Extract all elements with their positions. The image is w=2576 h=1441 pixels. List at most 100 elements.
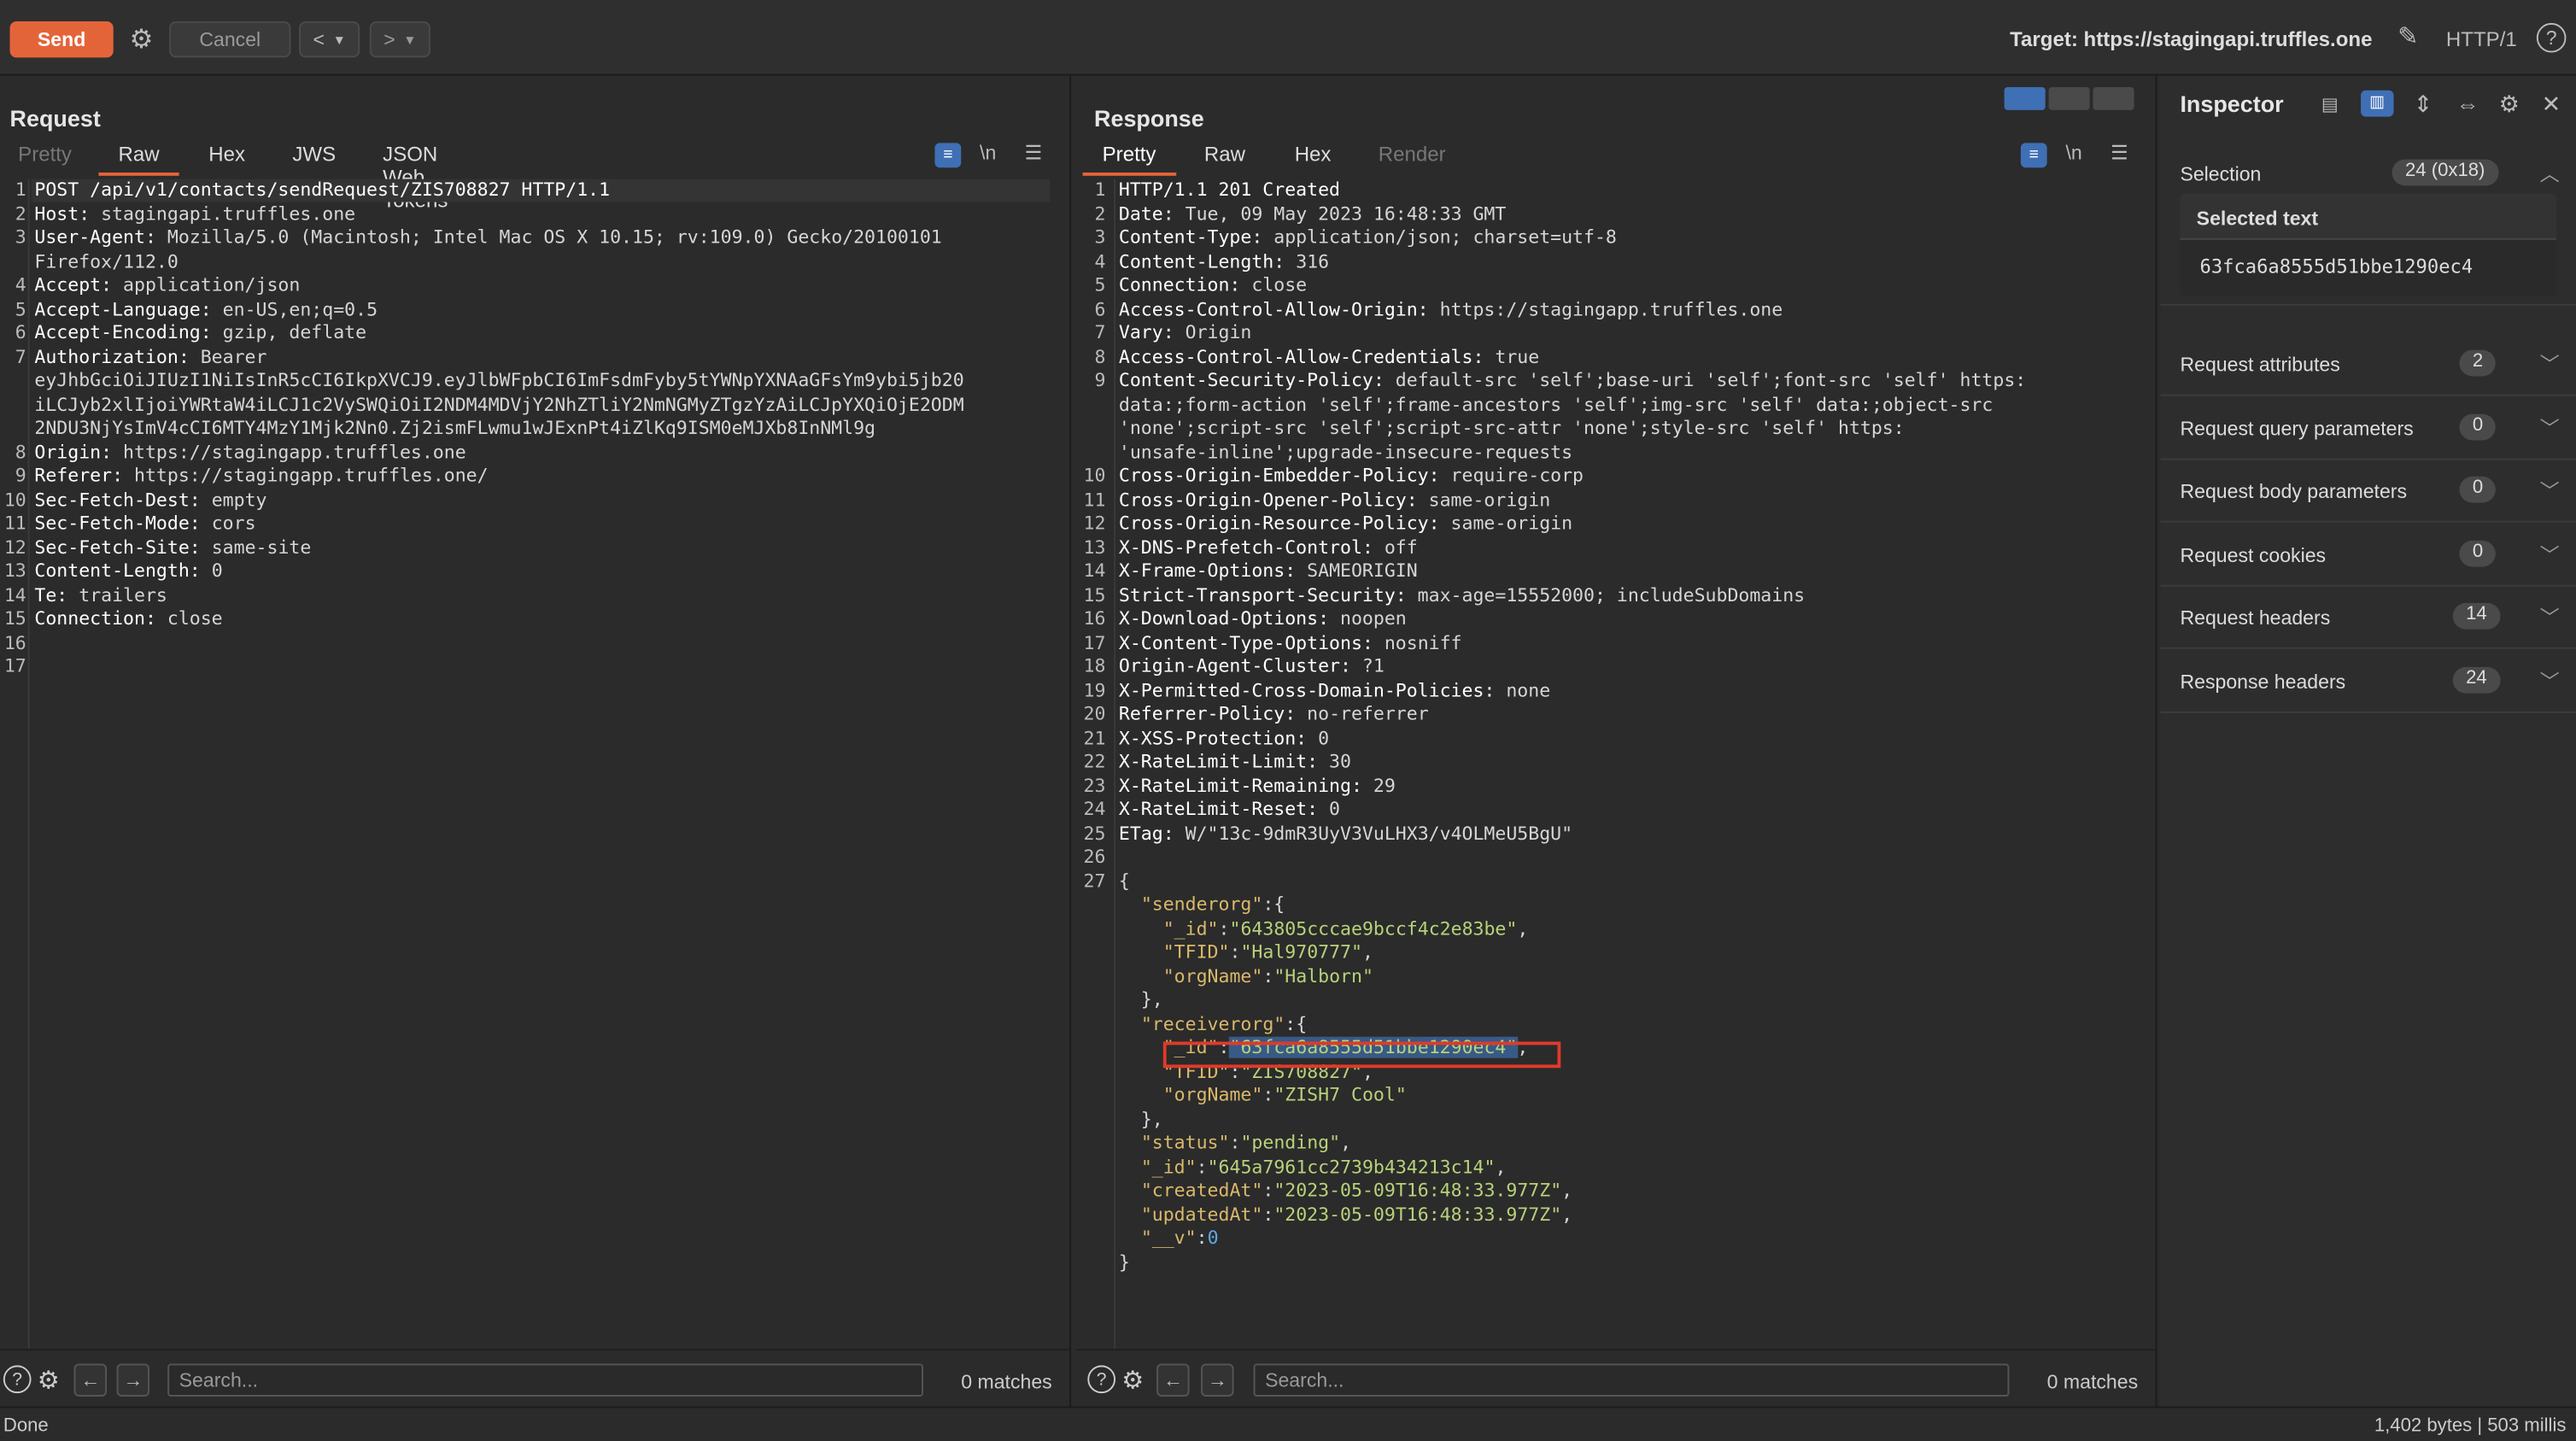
section-count-badge: 24 bbox=[2452, 666, 2501, 694]
selected-text-box: Selected text 63fca6a8555d51bbe1290ec4 bbox=[2180, 193, 2556, 296]
line-number: 4 bbox=[15, 274, 26, 296]
expand-all-icon[interactable]: ⇕ bbox=[2414, 91, 2433, 119]
selected-text-value[interactable]: 63fca6a8555d51bbe1290ec4 bbox=[2180, 237, 2556, 296]
section-label: Request attributes bbox=[2180, 353, 2340, 377]
inspector-section-request-body-parameters[interactable]: Request body parameters 0 ﹀ bbox=[2160, 459, 2576, 523]
code-line: Authorization: Bearer bbox=[34, 345, 267, 367]
request-editor[interactable]: 1 2 3 4 5 6 7 8 9 10 11 12 13 14 15 16 17 POST /api/v1/c… bbox=[0, 179, 1069, 1350]
section-label: Request cookies bbox=[2180, 543, 2327, 567]
line-number-gutter: 1 2 3 4 5 6 7 8 9 10 11 12 13 14 15 16 17 18 19 20 21 22 23 24 2… bbox=[1076, 179, 1116, 1350]
response-editor[interactable]: 1 2 3 4 5 6 7 8 9 10 11 12 13 14 15 16 17 18 19 20 21 22 23 24 2… bbox=[1076, 179, 2156, 1350]
code-line: "__v":0 bbox=[1140, 1227, 1219, 1249]
chevron-down-icon[interactable]: ﹀ bbox=[2540, 667, 2560, 695]
gear-icon[interactable]: ⚙ bbox=[123, 21, 159, 57]
menu-icon[interactable]: ☰ bbox=[1025, 141, 1043, 164]
code-line: Connection: close bbox=[34, 607, 223, 630]
forward-history-button[interactable]: > ▼ bbox=[369, 21, 430, 58]
help-icon[interactable]: ? bbox=[1087, 1365, 1116, 1394]
tab-pretty[interactable]: Pretty bbox=[1082, 143, 1176, 176]
code-line: "receiverorg":{ bbox=[1140, 1012, 1308, 1034]
response-code[interactable]: HTTP/1.1 201 Created Date: Tue, 09 May 20… bbox=[1119, 179, 2026, 1275]
code-line: eyJhbGciOiJIUzI1NiIsInR5cCI6IkpXVCJ9.eyJ… bbox=[34, 369, 964, 391]
help-icon[interactable]: ? bbox=[2536, 22, 2567, 53]
line-number: 21 bbox=[1083, 727, 1106, 749]
layout-stacked-icon[interactable] bbox=[2048, 86, 2090, 110]
line-number: 13 bbox=[1083, 536, 1106, 559]
tab-render[interactable]: Render bbox=[1379, 143, 1446, 175]
line-number: 8 bbox=[15, 441, 26, 463]
chevron-down-icon[interactable]: ﹀ bbox=[2540, 350, 2560, 378]
next-match-button[interactable]: → bbox=[1201, 1363, 1234, 1397]
gear-icon[interactable]: ⚙ bbox=[2499, 91, 2520, 119]
chevron-down-icon[interactable]: ﹀ bbox=[2540, 414, 2560, 442]
line-number: 16 bbox=[3, 631, 26, 653]
inspector-panel: Inspector ▤ ▥ ⇕ ⇔ ⚙ ✕ Selection 24 (0x18… bbox=[2160, 75, 2576, 1407]
line-number: 22 bbox=[1083, 751, 1106, 773]
inspector-section-request-attributes[interactable]: Request attributes 2 ﹀ bbox=[2160, 332, 2576, 396]
chevron-down-icon[interactable]: ﹀ bbox=[2540, 603, 2560, 631]
layout-tabs-icon[interactable] bbox=[2093, 86, 2134, 110]
tab-hex[interactable]: Hex bbox=[208, 143, 245, 175]
response-search-input[interactable]: Search... bbox=[1253, 1363, 2010, 1397]
inspector-section-request-cookies[interactable]: Request cookies 0 ﹀ bbox=[2160, 523, 2576, 587]
send-button[interactable]: Send bbox=[9, 21, 114, 58]
code-line: Sec-Fetch-Mode: cors bbox=[34, 513, 256, 535]
close-icon[interactable]: ✕ bbox=[2542, 91, 2561, 119]
gear-icon[interactable]: ⚙ bbox=[34, 1365, 62, 1394]
highlighted-receiver-id-box bbox=[1162, 1041, 1561, 1069]
chevron-down-icon[interactable]: ﹀ bbox=[2540, 477, 2560, 505]
prev-match-button[interactable]: ← bbox=[1156, 1363, 1190, 1397]
chevron-up-icon[interactable]: ︿ bbox=[2540, 160, 2560, 188]
code-line: Strict-Transport-Security: max-age=15552… bbox=[1118, 583, 1806, 606]
show-newlines-toggle[interactable]: \n bbox=[2065, 141, 2081, 164]
line-number: 6 bbox=[1094, 298, 1106, 320]
request-code[interactable]: POST /api/v1/contacts/sendRequest/ZIS708… bbox=[34, 179, 963, 632]
gear-icon[interactable]: ⚙ bbox=[1119, 1365, 1147, 1394]
code-line: data:;form-action 'self';frame-ancestors… bbox=[1118, 393, 1993, 415]
layout-list-icon[interactable]: ▤ bbox=[2321, 94, 2339, 115]
help-icon[interactable]: ? bbox=[3, 1365, 32, 1394]
code-line: Firefox/112.0 bbox=[34, 250, 179, 272]
chevron-down-icon[interactable]: ﹀ bbox=[2540, 541, 2560, 569]
tab-jws[interactable]: JWS bbox=[292, 143, 336, 175]
code-line: Content-Length: 316 bbox=[1118, 250, 1330, 272]
line-number: 15 bbox=[3, 607, 26, 630]
collapse-all-icon[interactable]: ⇔ bbox=[2456, 91, 2479, 117]
line-number: 11 bbox=[1083, 489, 1106, 511]
request-panel: Request Pretty Raw Hex JWS JSON Web Toke… bbox=[0, 75, 1072, 1407]
inspector-section-response-headers[interactable]: Response headers 24 ﹀ bbox=[2160, 649, 2576, 713]
response-matches-count: 0 matches bbox=[2046, 1370, 2139, 1394]
back-history-button[interactable]: < ▼ bbox=[299, 21, 360, 58]
line-number: 2 bbox=[15, 202, 26, 225]
next-match-button[interactable]: → bbox=[116, 1363, 150, 1397]
tab-hex[interactable]: Hex bbox=[1295, 143, 1332, 175]
code-line: Content-Security-Policy: default-src 'se… bbox=[1118, 369, 2027, 391]
line-number: 14 bbox=[3, 583, 26, 606]
layout-panel-icon[interactable]: ▥ bbox=[2361, 90, 2394, 117]
section-count-badge: 0 bbox=[2459, 413, 2497, 441]
code-line: Access-Control-Allow-Credentials: true bbox=[1118, 345, 1540, 367]
tab-json-web-tokens[interactable]: JSON Web Tokens bbox=[383, 143, 448, 212]
cancel-button[interactable]: Cancel bbox=[169, 21, 291, 58]
inspector-section-request-headers[interactable]: Request headers 14 ﹀ bbox=[2160, 585, 2576, 649]
section-count-badge: 0 bbox=[2459, 476, 2497, 503]
inspector-section-request-query-parameters[interactable]: Request query parameters 0 ﹀ bbox=[2160, 396, 2576, 460]
tab-raw[interactable]: Raw bbox=[98, 143, 179, 176]
tab-raw[interactable]: Raw bbox=[1204, 143, 1245, 175]
protocol-label[interactable]: HTTP/1 bbox=[2446, 28, 2517, 51]
wrap-lines-icon[interactable]: ≡ bbox=[934, 143, 962, 168]
wrap-lines-icon[interactable]: ≡ bbox=[2020, 143, 2047, 168]
forward-label: > bbox=[383, 27, 395, 51]
request-search-input[interactable]: Search... bbox=[167, 1363, 923, 1397]
edit-target-icon[interactable]: ✎ bbox=[2397, 21, 2418, 51]
code-line: X-Content-Type-Options: nosniff bbox=[1118, 631, 1462, 653]
menu-icon[interactable]: ☰ bbox=[2111, 141, 2128, 164]
tab-pretty[interactable]: Pretty bbox=[18, 143, 72, 175]
show-newlines-toggle[interactable]: \n bbox=[980, 141, 996, 164]
prev-match-button[interactable]: ← bbox=[73, 1363, 108, 1397]
line-number: 7 bbox=[15, 345, 26, 367]
response-panel: Response Pretty Raw Hex Render ≡ \n ☰ 12… bbox=[1075, 75, 2157, 1407]
layout-side-by-side-icon[interactable] bbox=[2004, 86, 2046, 110]
chevron-down-icon: ▼ bbox=[332, 32, 346, 47]
code-line: Content-Length: 0 bbox=[34, 559, 223, 582]
